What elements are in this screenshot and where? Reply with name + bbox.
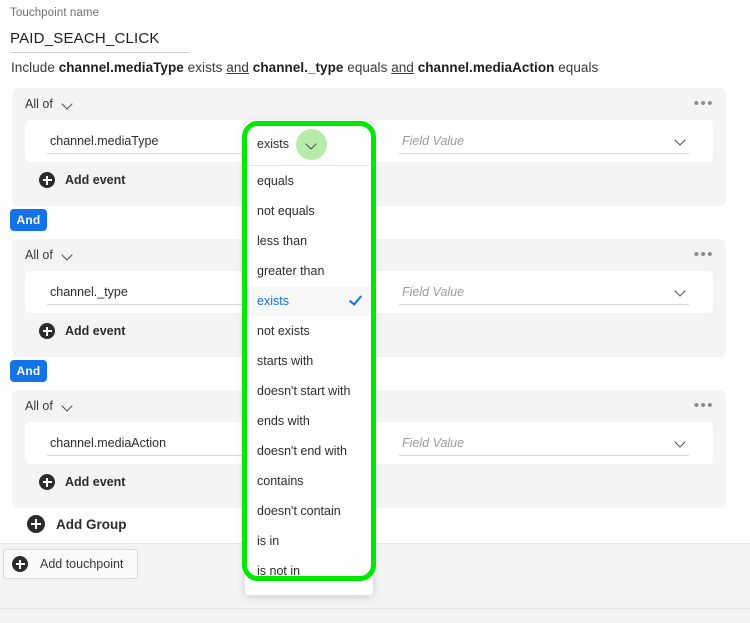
group-overflow-menu-3[interactable]: ••• <box>694 398 714 413</box>
operator-option-label: starts with <box>257 354 314 368</box>
operator-option-label: doesn't start with <box>257 384 351 398</box>
touchpoint-name-input[interactable] <box>10 27 190 53</box>
operator-option-label: exists <box>257 294 289 308</box>
chevron-down-icon <box>675 286 686 297</box>
operator-option-label: contains <box>257 474 304 488</box>
operator-dropdown-panel: exists equals not equals less than great… <box>244 121 374 596</box>
add-event-button-1[interactable]: Add event <box>39 172 125 188</box>
summary-op-2: equals <box>347 60 388 75</box>
field-select-value-2: channel._type <box>50 285 128 299</box>
add-event-button-3[interactable]: Add event <box>39 474 125 490</box>
value-select-placeholder-3: Field Value <box>402 436 465 450</box>
value-select-placeholder-2: Field Value <box>402 285 465 299</box>
value-select-3[interactable]: Field Value <box>399 431 689 456</box>
chevron-down-icon <box>62 99 73 110</box>
value-select-2[interactable]: Field Value <box>399 280 689 305</box>
footer-divider-bottom <box>0 608 750 609</box>
rule-summary-text: Include channel.mediaType exists and cha… <box>11 60 598 75</box>
operator-option-equals[interactable]: equals <box>245 166 373 196</box>
add-touchpoint-button[interactable]: Add touchpoint <box>3 549 139 579</box>
add-touchpoint-label: Add touchpoint <box>40 557 124 571</box>
field-select-1[interactable]: channel.mediaType <box>47 129 265 154</box>
operator-option-not-equals[interactable]: not equals <box>245 196 373 226</box>
chevron-down-icon <box>675 135 686 146</box>
summary-op-3: equals <box>558 60 599 75</box>
summary-field-2: channel._type <box>252 60 344 75</box>
connector-and-2[interactable]: And <box>10 360 47 382</box>
operator-option-exists[interactable]: exists <box>245 286 373 316</box>
plus-circle-icon <box>39 474 55 490</box>
plus-circle-icon <box>27 515 45 533</box>
operator-option-list: equals not equals less than greater than… <box>245 166 373 586</box>
chevron-down-icon <box>62 401 73 412</box>
group-logic-label-1: All of <box>25 97 53 111</box>
group-logic-selector-3[interactable]: All of <box>25 399 73 413</box>
operator-option-label: is not in <box>257 564 301 578</box>
group-overflow-menu-2[interactable]: ••• <box>694 247 714 262</box>
plus-circle-icon <box>39 323 55 339</box>
operator-select-value: exists <box>257 136 289 151</box>
operator-option-label: equals <box>257 174 294 188</box>
summary-field-3: channel.mediaAction <box>417 60 555 75</box>
operator-option-contains[interactable]: contains <box>245 466 373 496</box>
field-select-2[interactable]: channel._type <box>47 280 265 305</box>
field-select-3[interactable]: channel.mediaAction <box>47 431 265 456</box>
operator-select-trigger[interactable]: exists <box>245 122 373 166</box>
add-event-label-1: Add event <box>65 173 126 187</box>
add-event-label-2: Add event <box>65 324 126 338</box>
add-event-button-2[interactable]: Add event <box>39 323 125 339</box>
group-logic-selector-2[interactable]: All of <box>25 248 73 262</box>
operator-option-greater-than[interactable]: greater than <box>245 256 373 286</box>
summary-op-1: exists <box>187 60 223 75</box>
add-group-label: Add Group <box>56 516 127 532</box>
operator-option-ends-with[interactable]: ends with <box>245 406 373 436</box>
operator-option-label: doesn't end with <box>257 444 347 458</box>
touchpoint-name-label: Touchpoint name <box>10 7 100 19</box>
group-logic-selector-1[interactable]: All of <box>25 97 73 111</box>
group-logic-label-3: All of <box>25 399 53 413</box>
operator-option-less-than[interactable]: less than <box>245 226 373 256</box>
plus-circle-icon <box>12 556 28 572</box>
operator-option-label: ends with <box>257 414 310 428</box>
operator-option-doesnt-end-with[interactable]: doesn't end with <box>245 436 373 466</box>
operator-option-label: greater than <box>257 264 325 278</box>
touchpoint-editor: Touchpoint name Include channel.mediaTyp… <box>0 0 750 623</box>
operator-option-label: less than <box>257 234 308 248</box>
value-select-1[interactable]: Field Value <box>399 129 689 154</box>
chevron-down-icon <box>62 250 73 261</box>
chevron-down-icon <box>675 437 686 448</box>
operator-option-label: doesn't contain <box>257 504 341 518</box>
operator-option-label: is in <box>257 534 280 548</box>
group-logic-label-2: All of <box>25 248 53 262</box>
operator-option-not-exists[interactable]: not exists <box>245 316 373 346</box>
summary-join-1: and <box>226 60 249 75</box>
add-event-label-3: Add event <box>65 475 126 489</box>
connector-and-1[interactable]: And <box>10 209 47 231</box>
operator-option-starts-with[interactable]: starts with <box>245 346 373 376</box>
summary-join-2: and <box>391 60 414 75</box>
summary-prefix: Include <box>11 60 55 75</box>
operator-option-is-not-in[interactable]: is not in <box>245 556 373 586</box>
summary-field-1: channel.mediaType <box>58 60 184 75</box>
operator-option-label: not equals <box>257 204 315 218</box>
operator-option-doesnt-contain[interactable]: doesn't contain <box>245 496 373 526</box>
operator-option-label: not exists <box>257 324 310 338</box>
add-group-button[interactable]: Add Group <box>27 515 127 533</box>
field-select-value-1: channel.mediaType <box>50 134 159 148</box>
checkmark-icon <box>349 293 362 306</box>
field-select-value-3: channel.mediaAction <box>50 436 167 450</box>
group-overflow-menu-1[interactable]: ••• <box>694 96 714 111</box>
operator-option-doesnt-start-with[interactable]: doesn't start with <box>245 376 373 406</box>
plus-circle-icon <box>39 172 55 188</box>
chevron-down-icon <box>306 139 317 150</box>
value-select-placeholder-1: Field Value <box>402 134 465 148</box>
operator-option-is-in[interactable]: is in <box>245 526 373 556</box>
